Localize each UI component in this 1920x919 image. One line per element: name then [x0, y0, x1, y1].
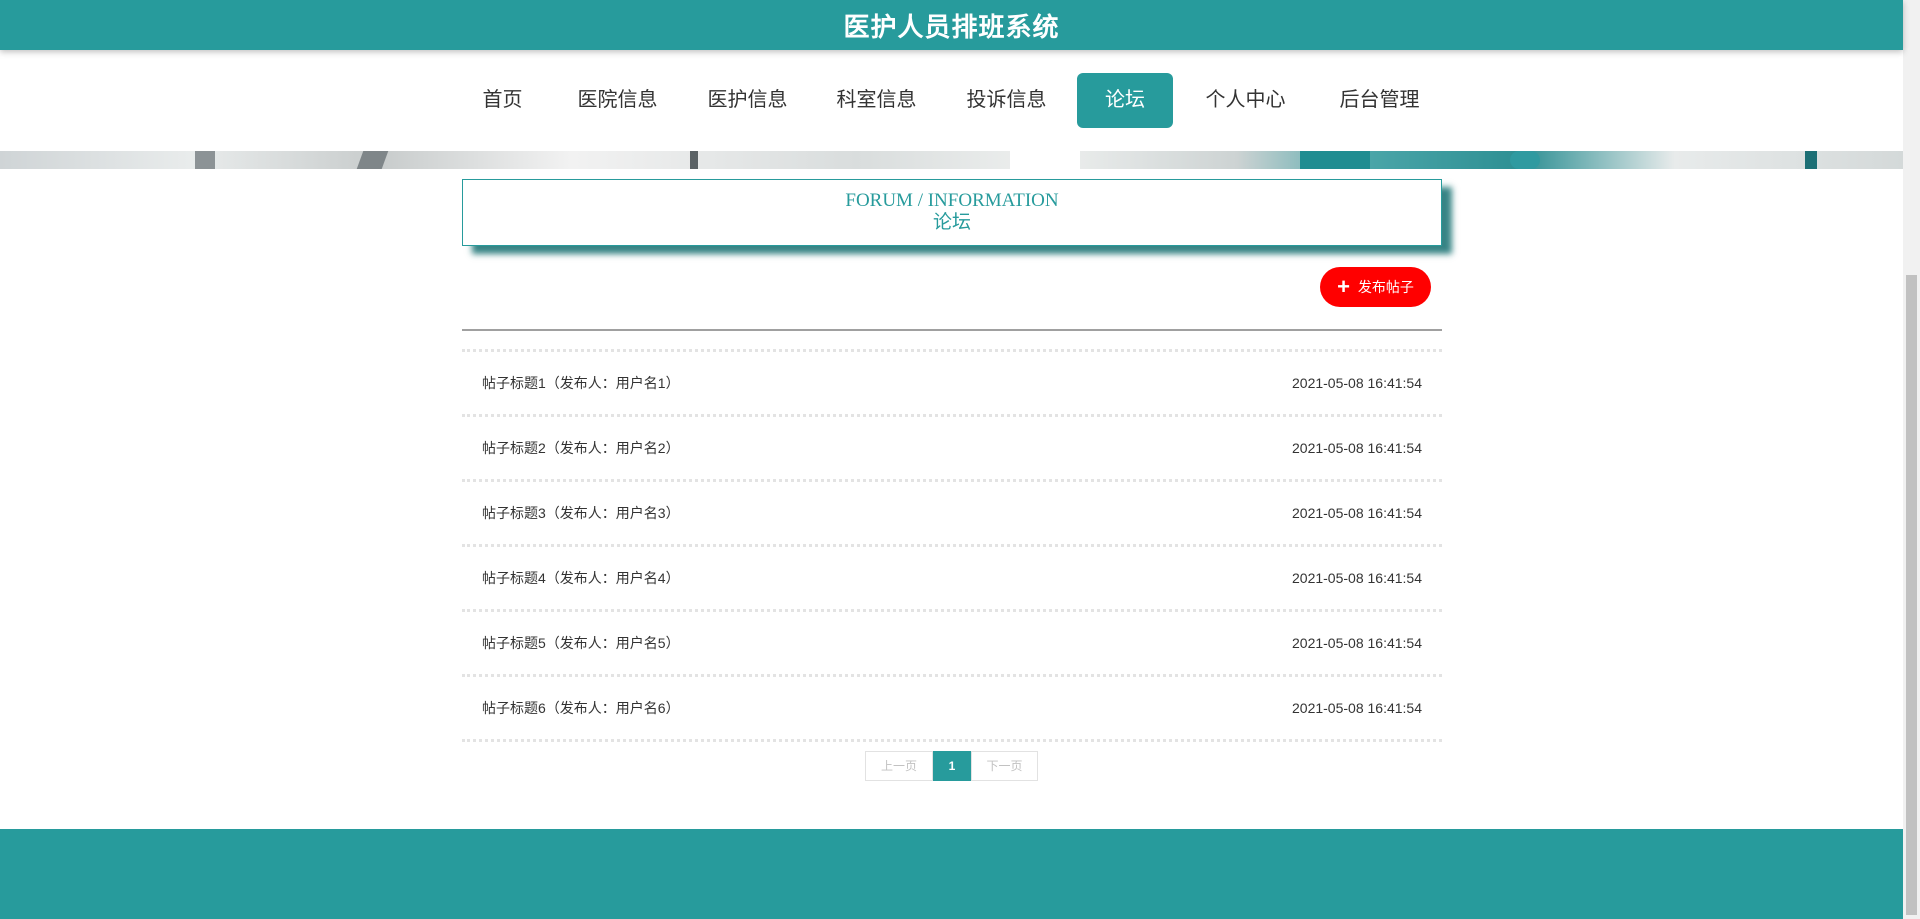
nav-item-personal-center[interactable]: 个人中心: [1198, 73, 1293, 128]
prev-page-button[interactable]: 上一页: [865, 751, 933, 781]
post-title[interactable]: 帖子标题6（发布人：用户名6）: [482, 698, 680, 718]
section-title-en: FORUM / INFORMATION: [845, 190, 1059, 211]
banner-image: [0, 151, 1903, 169]
post-list: 帖子标题1（发布人：用户名1） 2021-05-08 16:41:54 帖子标题…: [462, 349, 1442, 742]
main-nav: 首页 医院信息 医护信息 科室信息 投诉信息 论坛 个人中心 后台管理: [0, 50, 1903, 151]
list-item[interactable]: 帖子标题2（发布人：用户名2） 2021-05-08 16:41:54: [462, 417, 1442, 482]
site-header: 医护人员排班系统: [0, 0, 1903, 50]
nav-item-staff-info[interactable]: 医护信息: [700, 73, 795, 128]
scrollbar-thumb[interactable]: [1906, 275, 1917, 915]
list-item[interactable]: 帖子标题6（发布人：用户名6） 2021-05-08 16:41:54: [462, 677, 1442, 742]
nav-item-forum[interactable]: 论坛: [1077, 73, 1173, 128]
nav-item-home[interactable]: 首页: [475, 73, 530, 128]
list-item[interactable]: 帖子标题4（发布人：用户名4） 2021-05-08 16:41:54: [462, 547, 1442, 612]
post-time: 2021-05-08 16:41:54: [1292, 635, 1422, 651]
post-title[interactable]: 帖子标题5（发布人：用户名5）: [482, 633, 680, 653]
post-title[interactable]: 帖子标题4（发布人：用户名4）: [482, 568, 680, 588]
site-title: 医护人员排班系统: [843, 11, 1060, 42]
section-title-cn: 论坛: [932, 212, 971, 233]
publish-post-button[interactable]: + 发布帖子: [1320, 267, 1431, 307]
pagination: 上一页 1 下一页: [865, 751, 1038, 781]
next-page-button[interactable]: 下一页: [971, 751, 1038, 781]
list-item[interactable]: 帖子标题1（发布人：用户名1） 2021-05-08 16:41:54: [462, 352, 1442, 417]
post-time: 2021-05-08 16:41:54: [1292, 570, 1422, 586]
plus-icon: +: [1337, 274, 1350, 299]
list-item[interactable]: 帖子标题5（发布人：用户名5） 2021-05-08 16:41:54: [462, 612, 1442, 677]
nav-item-hospital-info[interactable]: 医院信息: [570, 73, 665, 128]
post-time: 2021-05-08 16:41:54: [1292, 375, 1422, 391]
post-title[interactable]: 帖子标题1（发布人：用户名1）: [482, 373, 680, 393]
section-title-box: FORUM / INFORMATION 论坛: [462, 179, 1442, 246]
post-time: 2021-05-08 16:41:54: [1292, 700, 1422, 716]
footer: [0, 829, 1903, 919]
scrollbar[interactable]: [1903, 0, 1920, 919]
divider: [462, 329, 1442, 331]
post-time: 2021-05-08 16:41:54: [1292, 440, 1422, 456]
nav-item-department-info[interactable]: 科室信息: [829, 73, 924, 128]
nav-item-complaint-info[interactable]: 投诉信息: [959, 73, 1054, 128]
post-time: 2021-05-08 16:41:54: [1292, 505, 1422, 521]
post-title[interactable]: 帖子标题2（发布人：用户名2）: [482, 438, 680, 458]
publish-post-label: 发布帖子: [1357, 279, 1414, 295]
page-1-button[interactable]: 1: [933, 751, 971, 781]
list-item[interactable]: 帖子标题3（发布人：用户名3） 2021-05-08 16:41:54: [462, 482, 1442, 547]
nav-item-admin[interactable]: 后台管理: [1332, 73, 1427, 128]
post-title[interactable]: 帖子标题3（发布人：用户名3）: [482, 503, 680, 523]
